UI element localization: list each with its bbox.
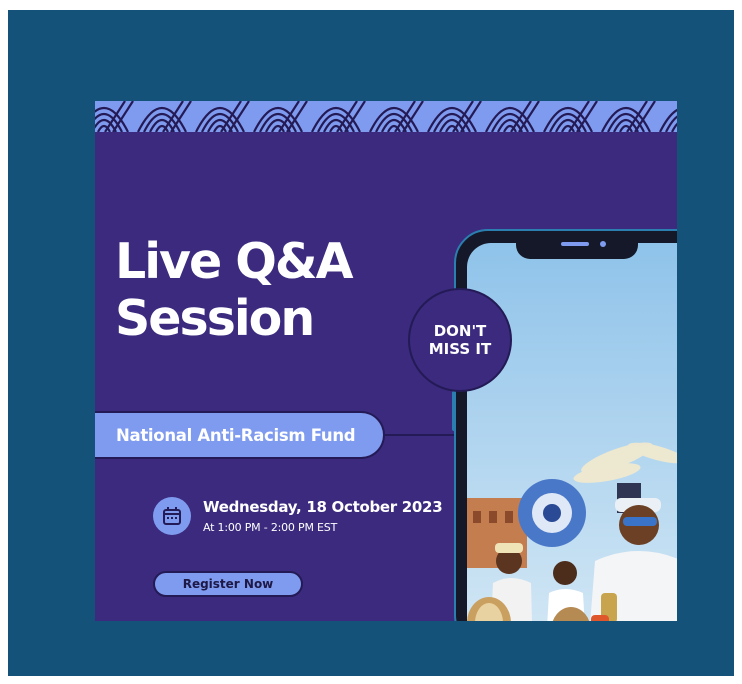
parade-photo (467, 243, 677, 621)
phone-speaker (561, 242, 589, 246)
event-time: At 1:00 PM - 2:00 PM EST (203, 521, 338, 534)
pattern-stroke (433, 113, 471, 132)
dont-miss-it-badge: DON'T MISS IT (408, 288, 512, 392)
badge-line-2: MISS IT (428, 340, 492, 358)
pattern-stroke (143, 113, 181, 132)
pattern-stroke (607, 113, 645, 132)
title-line-1: Live Q&A (115, 233, 354, 290)
phone-mockup (452, 229, 677, 621)
calendar-icon (153, 497, 191, 535)
pattern-stroke (549, 113, 587, 132)
calendar-icon-glyph (163, 507, 181, 525)
organization-name: National Anti-Racism Fund (116, 425, 356, 445)
phone-screen-photo (467, 243, 677, 621)
register-now-button[interactable]: Register Now (153, 571, 303, 597)
organization-banner: National Anti-Racism Fund (95, 411, 385, 459)
pattern-stroke (375, 113, 413, 132)
event-title: Live Q&A Session (115, 233, 354, 347)
outer-frame: Live Q&A Session National Anti-Racism Fu… (8, 10, 734, 676)
pattern-stroke (317, 113, 355, 132)
pattern-stroke (259, 113, 297, 132)
badge-line-1: DON'T (433, 322, 487, 340)
phone-side-button (452, 391, 456, 431)
event-date: Wednesday, 18 October 2023 (203, 498, 443, 516)
pattern-stroke (665, 115, 677, 132)
pattern-stroke (201, 113, 239, 132)
wave-pattern-banner (95, 101, 677, 132)
phone-camera (600, 241, 606, 247)
phone-notch (516, 231, 638, 259)
wave-pattern-graphic (95, 101, 677, 132)
title-line-2: Session (115, 290, 315, 347)
event-card: Live Q&A Session National Anti-Racism Fu… (95, 101, 677, 621)
pattern-stroke (491, 113, 529, 132)
